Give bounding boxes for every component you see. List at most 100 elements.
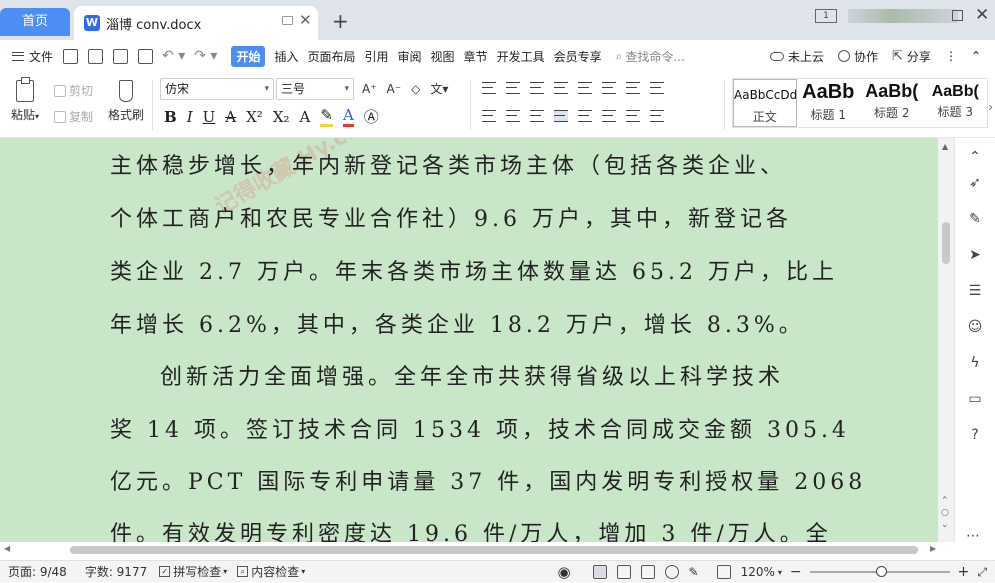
phonetic-icon[interactable]: 文▾ [430, 80, 448, 97]
fullscreen-icon[interactable]: ⤢ [977, 565, 987, 580]
document-canvas[interactable]: 记得收藏 Hy.cn 主体稳步增长，年内新登记各类市场主体（包括各类企业、 个体… [0, 138, 940, 542]
select-pointer-icon[interactable]: ➤ [966, 246, 984, 264]
account-area[interactable] [848, 9, 958, 23]
outline-view-icon[interactable] [616, 565, 631, 579]
shrink-font-icon[interactable]: A⁻ [387, 82, 402, 96]
rocket-icon[interactable]: ➶ [966, 174, 984, 192]
collab-button[interactable]: 协作 [838, 48, 878, 65]
borders-icon[interactable] [650, 110, 664, 122]
align-center-icon[interactable] [506, 110, 520, 122]
settings-sliders-icon[interactable]: ☰ [966, 282, 984, 300]
chinese-layout-icon[interactable] [578, 82, 592, 94]
reading-view-icon[interactable] [640, 565, 655, 579]
menu-member[interactable]: 会员专享 [554, 48, 602, 65]
paste-button[interactable]: 粘贴▾ [8, 77, 42, 123]
prev-page-icon[interactable]: ⌃ [941, 496, 949, 506]
font-color-icon[interactable]: A [342, 106, 354, 127]
print-preview-icon[interactable] [138, 48, 154, 64]
zoom-slider[interactable] [809, 566, 950, 577]
robot-icon[interactable]: ☺ [966, 318, 984, 336]
select-browse-icon[interactable]: ○ [941, 508, 949, 518]
increase-indent-icon[interactable] [554, 82, 568, 94]
grow-font-icon[interactable]: A⁺ [362, 82, 377, 96]
page-view-icon[interactable] [592, 565, 607, 579]
zoom-out-icon[interactable]: − [790, 564, 802, 580]
style-heading-1[interactable]: AaBb 标题 1 [797, 79, 861, 127]
tab-stops-icon[interactable] [650, 82, 664, 94]
menu-file[interactable]: 文件 [12, 48, 53, 65]
style-normal[interactable]: AaBbCcDd 正文 [733, 79, 797, 127]
shading-icon[interactable] [626, 110, 640, 122]
show-marks-icon[interactable] [626, 82, 640, 94]
line-spacing-icon[interactable] [602, 110, 616, 122]
format-painter-button[interactable]: 格式刷 [106, 80, 146, 123]
numbering-icon[interactable] [506, 82, 520, 94]
export-icon[interactable] [88, 48, 104, 64]
window-close-icon[interactable]: ✕ [975, 5, 989, 25]
zoom-level[interactable]: 120% [741, 565, 775, 579]
horizontal-scroll-thumb[interactable] [70, 546, 918, 554]
content-check-button[interactable]: ⌕ 内容检查 ▾ [237, 563, 305, 580]
redo-icon[interactable]: ↷ ▾ [194, 48, 217, 64]
horizontal-scrollbar[interactable]: ◀ ▶ [0, 542, 954, 558]
strikethrough-icon[interactable]: A [225, 108, 236, 126]
menu-view[interactable]: 视图 [431, 48, 455, 65]
menu-start[interactable]: 开始 [231, 45, 266, 67]
page-layout-icon[interactable]: 1 [815, 9, 837, 23]
highlight-icon[interactable]: ✎ [320, 106, 333, 127]
eye-protection-icon[interactable]: ◉ [557, 563, 570, 581]
share-button[interactable]: ⇱ 分享 [892, 48, 931, 65]
fit-page-icon[interactable] [716, 565, 731, 579]
zoom-in-icon[interactable]: + [958, 564, 970, 580]
undo-icon[interactable]: ↶ ▾ [162, 48, 185, 64]
command-search[interactable]: ⌕ 查找命令... [616, 48, 685, 65]
justify-icon[interactable] [554, 110, 568, 122]
menu-section[interactable]: 章节 [464, 48, 488, 65]
align-right-icon[interactable] [530, 110, 544, 122]
menu-insert[interactable]: 插入 [274, 48, 298, 65]
font-size-select[interactable]: 三号 ▾ [276, 78, 354, 100]
zoom-slider-knob[interactable] [875, 566, 887, 577]
menu-references[interactable]: 引用 [365, 48, 389, 65]
style-heading-3[interactable]: AaBb( 标题 3 [924, 79, 988, 127]
scroll-up-icon[interactable]: ▲ [942, 142, 948, 151]
styles-more-icon[interactable]: › [988, 100, 993, 114]
next-page-icon[interactable]: ⌄ [941, 520, 949, 530]
copy-button[interactable]: 复制 [54, 108, 93, 125]
collapse-sidebar-icon[interactable]: ⌃ [966, 148, 984, 166]
menu-developer[interactable]: 开发工具 [497, 48, 545, 65]
tab-close-icon[interactable]: ✕ [299, 11, 312, 29]
collapse-ribbon-icon[interactable]: ⌃ [971, 49, 981, 63]
web-view-icon[interactable] [664, 565, 679, 579]
underline-icon[interactable]: U [203, 108, 216, 126]
scroll-left-icon[interactable]: ◀ [4, 544, 10, 553]
subscript-icon[interactable]: X₂ [273, 108, 290, 126]
decrease-indent-icon[interactable] [530, 82, 544, 94]
menu-review[interactable]: 审阅 [398, 48, 422, 65]
align-left-icon[interactable] [482, 110, 496, 122]
distributed-icon[interactable] [578, 110, 592, 122]
char-border-icon[interactable]: Ⓐ [364, 106, 379, 127]
text-effect-icon[interactable]: A [300, 108, 311, 126]
pen-mode-icon[interactable]: ✎ [689, 565, 699, 579]
spell-check-button[interactable]: ✓ 拼写检查 ▾ [159, 563, 227, 580]
bolt-icon[interactable]: ϟ [966, 354, 984, 372]
scroll-right-icon[interactable]: ▶ [930, 544, 936, 553]
print-icon[interactable] [113, 48, 129, 64]
save-icon[interactable] [63, 48, 79, 64]
font-name-select[interactable]: 仿宋 ▾ [160, 78, 274, 100]
tab-home[interactable]: 首页 [0, 8, 70, 36]
monitor-icon[interactable] [282, 16, 293, 25]
style-heading-2[interactable]: AaBb( 标题 2 [860, 79, 924, 127]
clear-format-icon[interactable]: ◇ [411, 82, 420, 96]
italic-icon[interactable]: I [187, 108, 193, 126]
help-icon[interactable]: ? [966, 426, 984, 444]
sort-icon[interactable] [602, 82, 616, 94]
superscript-icon[interactable]: X² [246, 108, 263, 126]
pen-icon[interactable]: ✎ [966, 210, 984, 228]
vertical-scroll-thumb[interactable] [942, 222, 950, 264]
word-count[interactable]: 字数: 9177 [85, 563, 147, 580]
cut-button[interactable]: 剪切 [54, 82, 93, 99]
new-tab-icon[interactable]: + [332, 9, 349, 33]
more-icon[interactable]: ⋯ [966, 528, 980, 544]
